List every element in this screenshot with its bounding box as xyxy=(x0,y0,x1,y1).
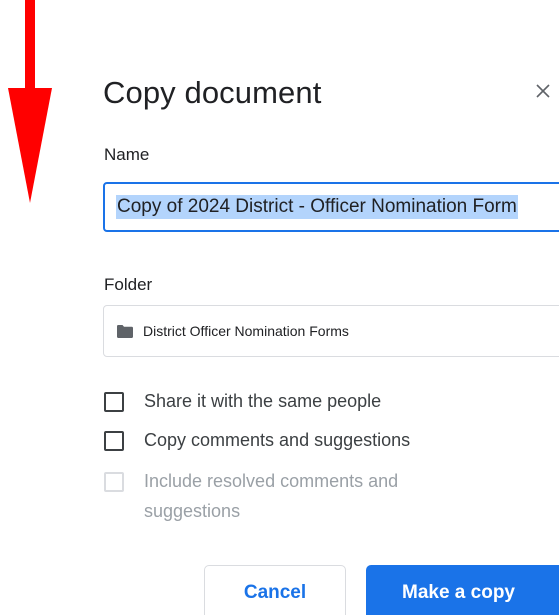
copy-document-dialog: Copy document Name Copy of 2024 District… xyxy=(0,0,559,615)
share-same-people-label: Share it with the same people xyxy=(144,391,382,411)
make-a-copy-button[interactable]: Make a copy xyxy=(366,565,559,615)
folder-label: Folder xyxy=(104,275,153,294)
name-input[interactable]: Copy of 2024 District - Officer Nominati… xyxy=(103,182,559,232)
folder-name: District Officer Nomination Forms xyxy=(143,323,349,339)
copy-comments-label: Copy comments and suggestions xyxy=(144,430,411,450)
name-input-value: Copy of 2024 District - Officer Nominati… xyxy=(116,195,518,219)
folder-icon xyxy=(117,325,133,338)
close-button[interactable] xyxy=(528,76,558,106)
copy-comments-checkbox[interactable] xyxy=(104,431,124,451)
page: Copy document Name Copy of 2024 District… xyxy=(0,0,559,615)
include-resolved-label: Include resolved comments and suggestion… xyxy=(144,471,399,521)
cancel-button[interactable]: Cancel xyxy=(204,565,346,615)
share-same-people-checkbox[interactable] xyxy=(104,392,124,412)
include-resolved-checkbox xyxy=(104,472,124,492)
close-icon xyxy=(536,84,550,98)
name-label: Name xyxy=(104,145,150,164)
dialog-title: Copy document xyxy=(103,75,322,110)
folder-select[interactable]: District Officer Nomination Forms xyxy=(103,305,559,357)
